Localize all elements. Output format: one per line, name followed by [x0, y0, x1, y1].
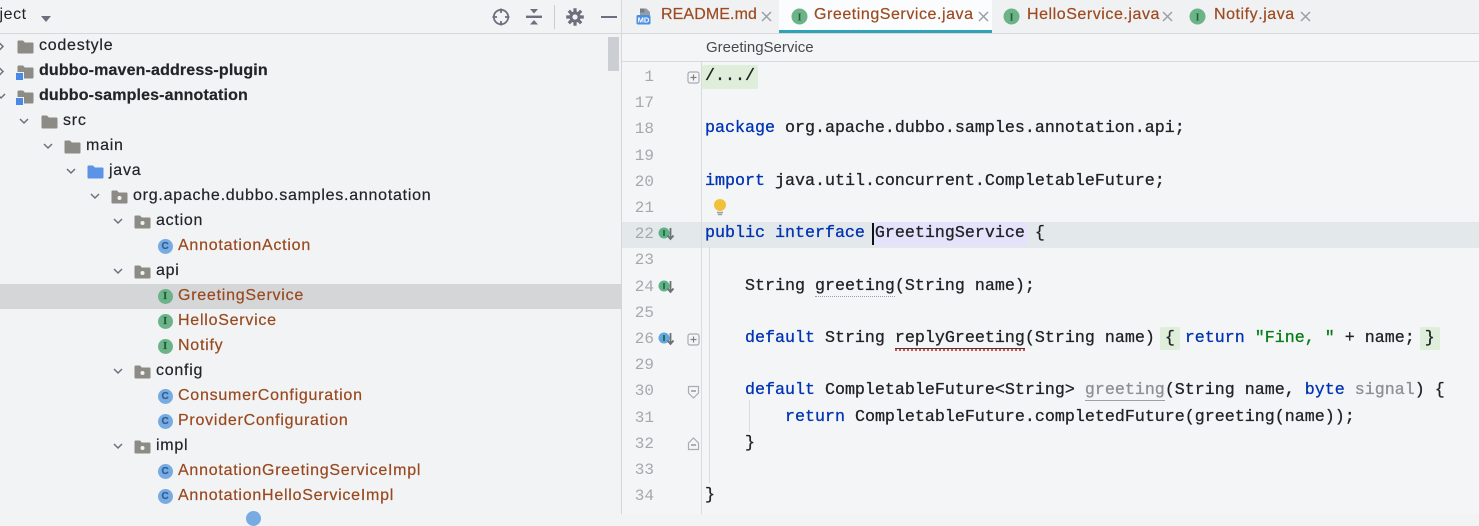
svg-text:I: I [797, 12, 801, 23]
svg-text:I: I [1009, 12, 1013, 23]
svg-text:I: I [1195, 12, 1199, 23]
svg-text:MD: MD [638, 15, 650, 24]
